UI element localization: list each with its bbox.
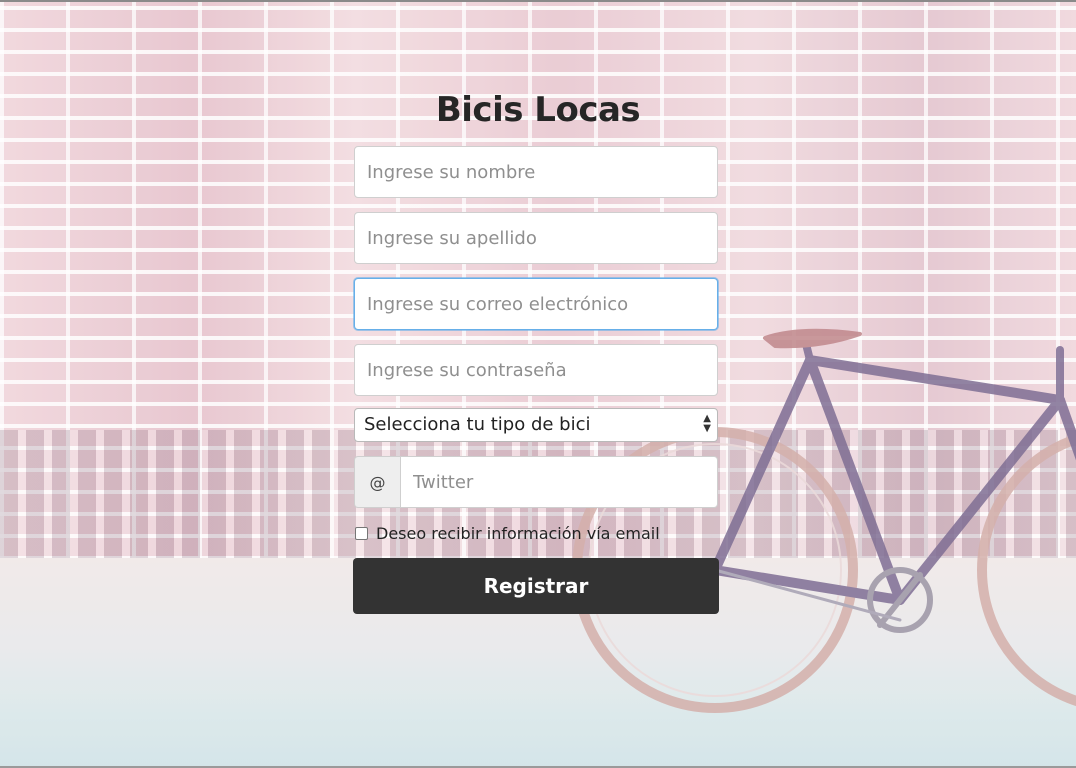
first-name-input[interactable]: [354, 146, 718, 198]
twitter-input[interactable]: [400, 456, 718, 508]
at-sign-addon: @: [354, 456, 400, 508]
register-button[interactable]: Registrar: [353, 558, 719, 614]
last-name-input[interactable]: [354, 212, 718, 264]
password-input[interactable]: [354, 344, 718, 396]
newsletter-option: Deseo recibir información vía email: [354, 522, 718, 544]
up-down-chevron-icon: ▲ ▼: [703, 413, 711, 434]
email-input[interactable]: [354, 278, 718, 330]
top-border: [0, 0, 1076, 2]
newsletter-label: Deseo recibir información vía email: [376, 523, 660, 543]
registration-form: Selecciona tu tipo de bici ▲▼ @ Deseo re…: [353, 146, 719, 614]
bike-type-select[interactable]: Selecciona tu tipo de bici ▲ ▼: [354, 408, 718, 442]
twitter-input-group: @: [354, 456, 718, 508]
bike-type-selected-value: Selecciona tu tipo de bici: [364, 414, 591, 435]
newsletter-checkbox[interactable]: [355, 526, 368, 540]
page-title: Bicis Locas: [435, 90, 641, 130]
page: Bicis Locas Selecciona tu tipo de bici ▲…: [0, 0, 1076, 768]
